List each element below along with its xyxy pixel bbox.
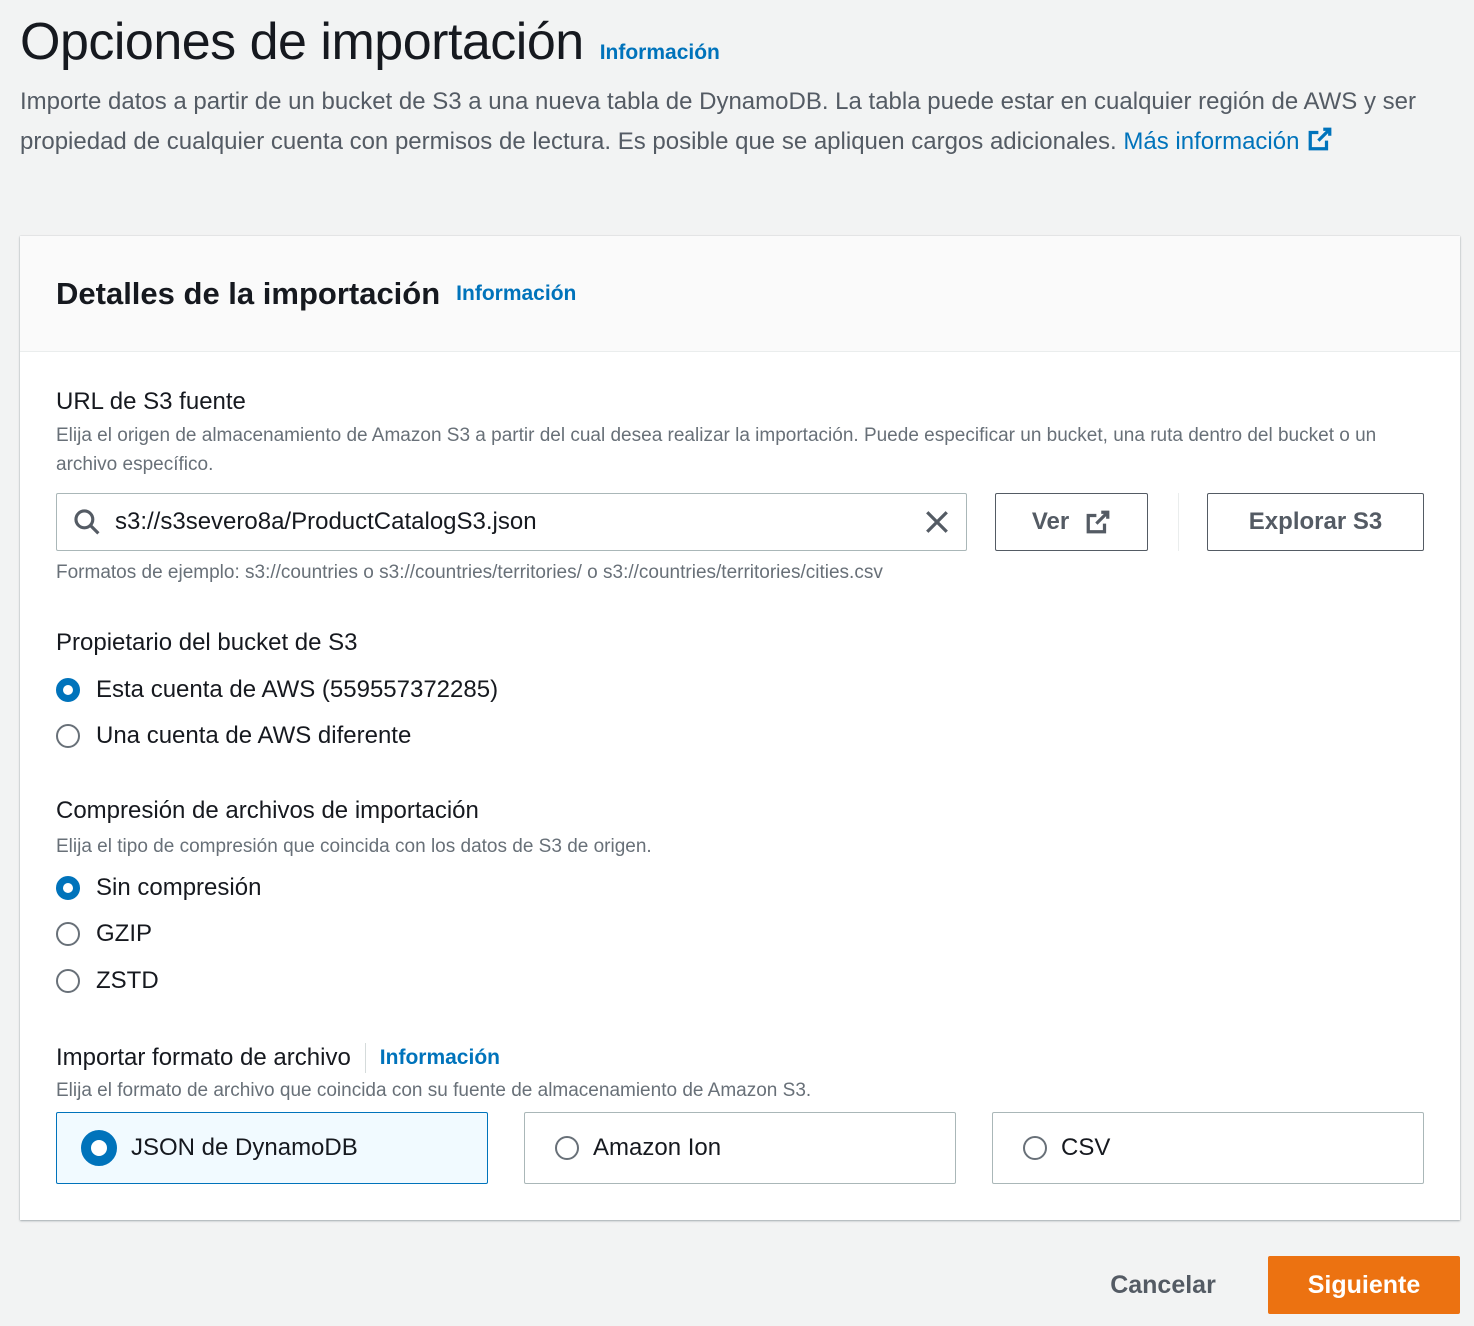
tile-csv[interactable]: CSV xyxy=(992,1112,1424,1184)
radio-label: GZIP xyxy=(96,920,153,947)
radio-label: ZSTD xyxy=(96,967,159,994)
bucket-owner-label: Propietario del bucket de S3 xyxy=(56,629,358,656)
radio-zstd[interactable]: ZSTD xyxy=(56,967,159,995)
radio-button[interactable] xyxy=(555,1136,579,1160)
external-link-icon xyxy=(1086,510,1110,534)
more-info-link-label: Más información xyxy=(1123,128,1300,155)
external-link-icon xyxy=(1309,127,1332,151)
source-url-label: URL de S3 fuente xyxy=(56,388,246,415)
radio-gzip[interactable]: GZIP xyxy=(56,920,152,948)
search-icon xyxy=(74,509,100,535)
radio-button[interactable] xyxy=(56,969,80,993)
import-details-panel: Detalles de la importación Información U… xyxy=(20,236,1460,1220)
panel-header: Detalles de la importación Información xyxy=(20,236,1460,352)
panel-info-link[interactable]: Información xyxy=(456,282,576,306)
radio-label: Sin compresión xyxy=(96,874,262,901)
view-button[interactable]: Ver xyxy=(995,493,1148,551)
tile-label: Amazon Ion xyxy=(593,1134,722,1161)
next-button[interactable]: Siguiente xyxy=(1268,1256,1460,1314)
tile-label: JSON de DynamoDB xyxy=(131,1134,358,1161)
page-info-link[interactable]: Información xyxy=(600,41,720,65)
panel-title: Detalles de la importación xyxy=(56,275,441,311)
radio-button[interactable] xyxy=(1023,1136,1047,1160)
radio-button[interactable] xyxy=(81,1130,117,1166)
page-description: Importe datos a partir de un bucket de S… xyxy=(20,82,1460,162)
radio-other-account[interactable]: Una cuenta de AWS diferente xyxy=(56,722,411,750)
close-icon[interactable] xyxy=(924,509,950,535)
view-button-label: Ver xyxy=(1031,508,1070,535)
compression-label: Compresión de archivos de importación xyxy=(56,797,479,824)
tile-amazon-ion[interactable]: Amazon Ion xyxy=(524,1112,956,1184)
radio-label: Una cuenta de AWS diferente xyxy=(96,722,412,749)
button-divider xyxy=(1178,493,1179,551)
radio-button[interactable] xyxy=(56,922,80,946)
file-format-description: Elija el formato de archivo que coincida… xyxy=(56,1080,812,1101)
radio-no-compression[interactable]: Sin compresión xyxy=(56,874,261,902)
radio-button[interactable] xyxy=(56,724,80,748)
source-url-description: Elija el origen de almacenamiento de Ama… xyxy=(56,425,1377,475)
radio-label: Esta cuenta de AWS (559557372285) xyxy=(96,676,499,703)
file-format-info-link[interactable]: Información xyxy=(380,1046,500,1070)
file-format-label-row: Importar formato de archivo Información xyxy=(56,1043,500,1073)
label-divider xyxy=(364,1043,366,1073)
source-url-input[interactable]: s3://s3severo8a/ProductCatalogS3.json xyxy=(56,493,967,551)
source-url-value[interactable]: s3://s3severo8a/ProductCatalogS3.json xyxy=(115,508,924,536)
more-info-link[interactable]: Más información xyxy=(1123,127,1333,155)
page-header: Opciones de importación Información Impo… xyxy=(20,12,1460,162)
cancel-button[interactable]: Cancelar xyxy=(1098,1256,1228,1314)
radio-button[interactable] xyxy=(56,876,80,900)
compression-description: Elija el tipo de compresión que coincida… xyxy=(56,836,652,857)
tile-label: CSV xyxy=(1061,1134,1111,1161)
tile-dynamodb-json[interactable]: JSON de DynamoDB xyxy=(56,1112,488,1184)
file-format-label: Importar formato de archivo xyxy=(56,1044,351,1071)
source-url-hint: Formatos de ejemplo: s3://countries o s3… xyxy=(56,562,883,583)
browse-s3-button[interactable]: Explorar S3 xyxy=(1207,493,1424,551)
radio-this-account[interactable]: Esta cuenta de AWS (559557372285) xyxy=(56,676,498,704)
page-title: Opciones de importación xyxy=(20,13,584,71)
radio-button[interactable] xyxy=(56,678,80,702)
